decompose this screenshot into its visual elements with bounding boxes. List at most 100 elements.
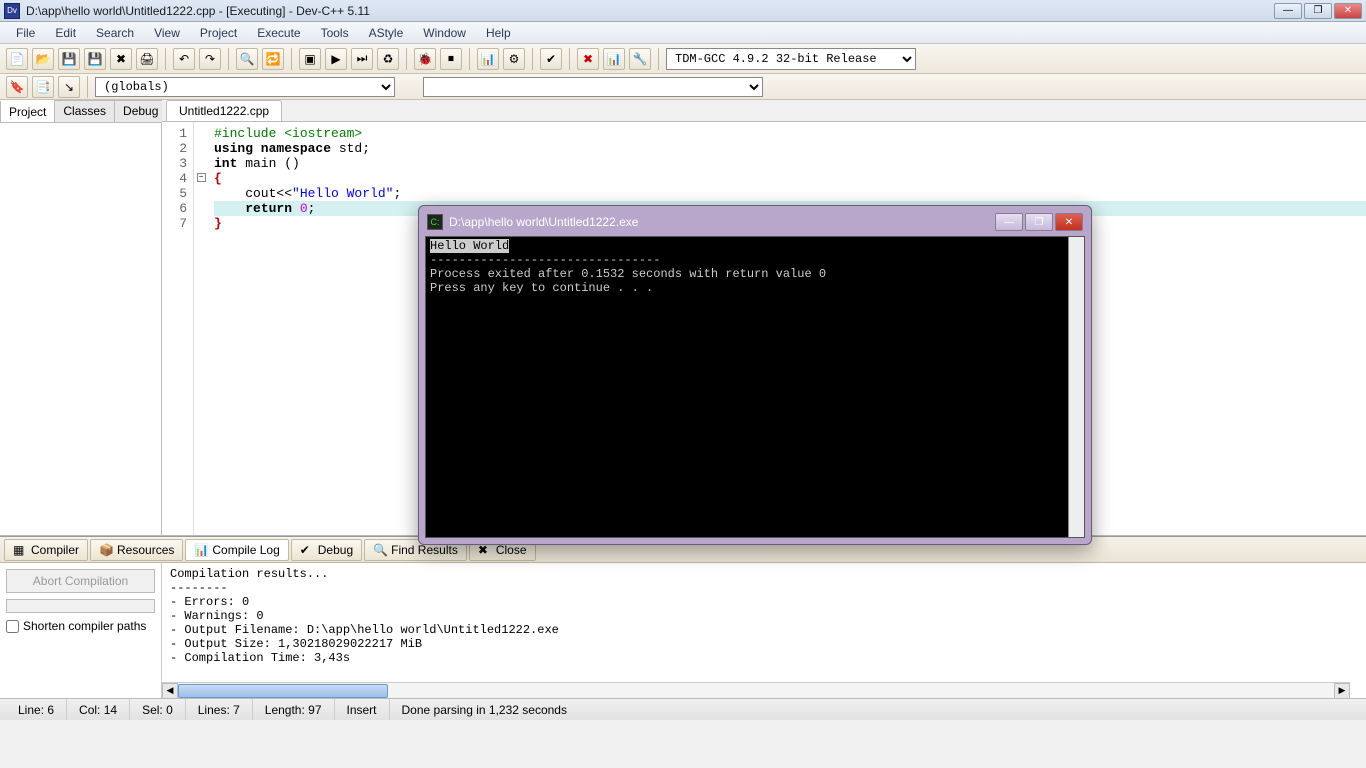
compile-log[interactable]: Compilation results... -------- - Errors… [162, 563, 1366, 682]
toggle-bookmark-icon[interactable]: 📑 [32, 76, 54, 98]
menu-window[interactable]: Window [413, 24, 476, 42]
project-tree[interactable] [0, 123, 161, 535]
status-bar: Line: 6 Col: 14 Sel: 0 Lines: 7 Length: … [0, 698, 1366, 720]
goto-line-icon[interactable]: ↘ [58, 76, 80, 98]
menu-help[interactable]: Help [476, 24, 521, 42]
status-parse: Done parsing in 1,232 seconds [390, 699, 1360, 720]
scroll-track[interactable] [178, 683, 1334, 699]
left-tab-classes[interactable]: Classes [54, 100, 115, 122]
debug-start-icon[interactable]: 🐞 [414, 48, 436, 70]
fold-toggle-icon[interactable]: − [197, 173, 206, 182]
output-tab-compile-log[interactable]: 📊Compile Log [185, 539, 288, 561]
debug-icon: ✔ [300, 543, 314, 557]
separator [569, 48, 570, 70]
delete-icon[interactable]: ✖ [577, 48, 599, 70]
scroll-right-icon[interactable]: ▶ [1334, 683, 1350, 699]
console-titlebar[interactable]: C: D:\app\hello world\Untitled1222.exe —… [425, 212, 1085, 236]
compile-icon[interactable]: ▣ [299, 48, 321, 70]
console-maximize-button[interactable]: ❐ [1025, 213, 1053, 231]
menu-file[interactable]: File [6, 24, 45, 42]
console-body[interactable]: Hello World-----------------------------… [425, 236, 1085, 538]
window-titlebar: Dv D:\app\hello world\Untitled1222.cpp -… [0, 0, 1366, 22]
separator [658, 48, 659, 70]
separator [291, 48, 292, 70]
options-icon[interactable]: ⚙ [503, 48, 525, 70]
print-icon[interactable]: 🖨 [136, 48, 158, 70]
menu-astyle[interactable]: AStyle [359, 24, 414, 42]
rebuild-icon[interactable]: ♻ [377, 48, 399, 70]
abort-compilation-button[interactable]: Abort Compilation [6, 569, 155, 593]
console-close-button[interactable]: ✕ [1055, 213, 1083, 231]
status-lines: Lines: 7 [186, 699, 253, 720]
console-output: Hello World-----------------------------… [426, 237, 1068, 537]
left-tab-project[interactable]: Project [0, 100, 55, 122]
menu-edit[interactable]: Edit [45, 24, 86, 42]
console-minimize-button[interactable]: — [995, 213, 1023, 231]
separator [406, 48, 407, 70]
close-file-icon[interactable]: ✖ [110, 48, 132, 70]
tools-icon[interactable]: 🔧 [629, 48, 651, 70]
menu-view[interactable]: View [144, 24, 190, 42]
save-all-icon[interactable]: 💾 [84, 48, 106, 70]
open-file-icon[interactable]: 📂 [32, 48, 54, 70]
close-button[interactable]: ✕ [1334, 3, 1362, 19]
menu-execute[interactable]: Execute [247, 24, 310, 42]
minimize-button[interactable]: — [1274, 3, 1302, 19]
maximize-button[interactable]: ❐ [1304, 3, 1332, 19]
compile-log-icon: 📊 [194, 543, 208, 557]
goto-bookmark-icon[interactable]: 🔖 [6, 76, 28, 98]
separator [532, 48, 533, 70]
function-select[interactable] [423, 77, 763, 97]
console-icon: C: [427, 214, 443, 230]
compile-controls: Abort Compilation Shorten compiler paths [0, 563, 162, 698]
compile-progress [6, 599, 155, 613]
menu-tools[interactable]: Tools [311, 24, 359, 42]
line-gutter: 1234567 [162, 122, 194, 535]
resources-icon: 📦 [99, 543, 113, 557]
main-toolbar: 📄 📂 💾 💾 ✖ 🖨 ↶ ↷ 🔍 🔁 ▣ ▶ ⏭ ♻ 🐞 ⏹ 📊 ⚙ ✔ ✖ … [0, 44, 1366, 74]
output-tab-resources[interactable]: 📦Resources [90, 539, 183, 561]
menu-project[interactable]: Project [190, 24, 247, 42]
nav-toolbar: 🔖 📑 ↘ (globals) [0, 74, 1366, 100]
status-mode: Insert [335, 699, 390, 720]
undo-icon[interactable]: ↶ [173, 48, 195, 70]
separator [469, 48, 470, 70]
console-window[interactable]: C: D:\app\hello world\Untitled1222.exe —… [418, 205, 1092, 545]
shorten-paths-input[interactable] [6, 620, 19, 633]
console-scrollbar[interactable] [1068, 237, 1084, 537]
replace-icon[interactable]: 🔁 [262, 48, 284, 70]
output-tab-compiler[interactable]: ▦Compiler [4, 539, 88, 561]
output-tab-debug[interactable]: ✔Debug [291, 539, 362, 561]
run-icon[interactable]: ▶ [325, 48, 347, 70]
fold-gutter[interactable]: − [194, 122, 208, 535]
check-icon[interactable]: ✔ [540, 48, 562, 70]
separator [87, 76, 88, 98]
status-length: Length: 97 [253, 699, 335, 720]
debug-stop-icon[interactable]: ⏹ [440, 48, 462, 70]
redo-icon[interactable]: ↷ [199, 48, 221, 70]
scroll-left-icon[interactable]: ◀ [162, 683, 178, 699]
save-icon[interactable]: 💾 [58, 48, 80, 70]
chart-icon[interactable]: 📊 [603, 48, 625, 70]
new-file-icon[interactable]: 📄 [6, 48, 28, 70]
console-title-text: D:\app\hello world\Untitled1222.exe [449, 215, 995, 229]
menu-search[interactable]: Search [86, 24, 144, 42]
find-icon[interactable]: 🔍 [236, 48, 258, 70]
find-icon: 🔍 [373, 543, 387, 557]
compile-run-icon[interactable]: ⏭ [351, 48, 373, 70]
window-title: D:\app\hello world\Untitled1222.cpp - [E… [26, 4, 1274, 18]
editor-tab[interactable]: Untitled1222.cpp [166, 100, 282, 121]
horizontal-scrollbar[interactable]: ◀ ▶ [162, 682, 1350, 698]
separator [228, 48, 229, 70]
left-tab-debug[interactable]: Debug [114, 100, 167, 122]
status-col: Col: 14 [67, 699, 130, 720]
compiler-icon: ▦ [13, 543, 27, 557]
editor-tabs: Untitled1222.cpp [162, 100, 1366, 122]
profile-icon[interactable]: 📊 [477, 48, 499, 70]
status-line: Line: 6 [6, 699, 67, 720]
compiler-select[interactable]: TDM-GCC 4.9.2 32-bit Release [666, 48, 916, 70]
scroll-thumb[interactable] [178, 684, 388, 698]
project-panel: ProjectClassesDebug [0, 100, 162, 535]
globals-select[interactable]: (globals) [95, 77, 395, 97]
shorten-paths-checkbox[interactable]: Shorten compiler paths [6, 619, 155, 633]
